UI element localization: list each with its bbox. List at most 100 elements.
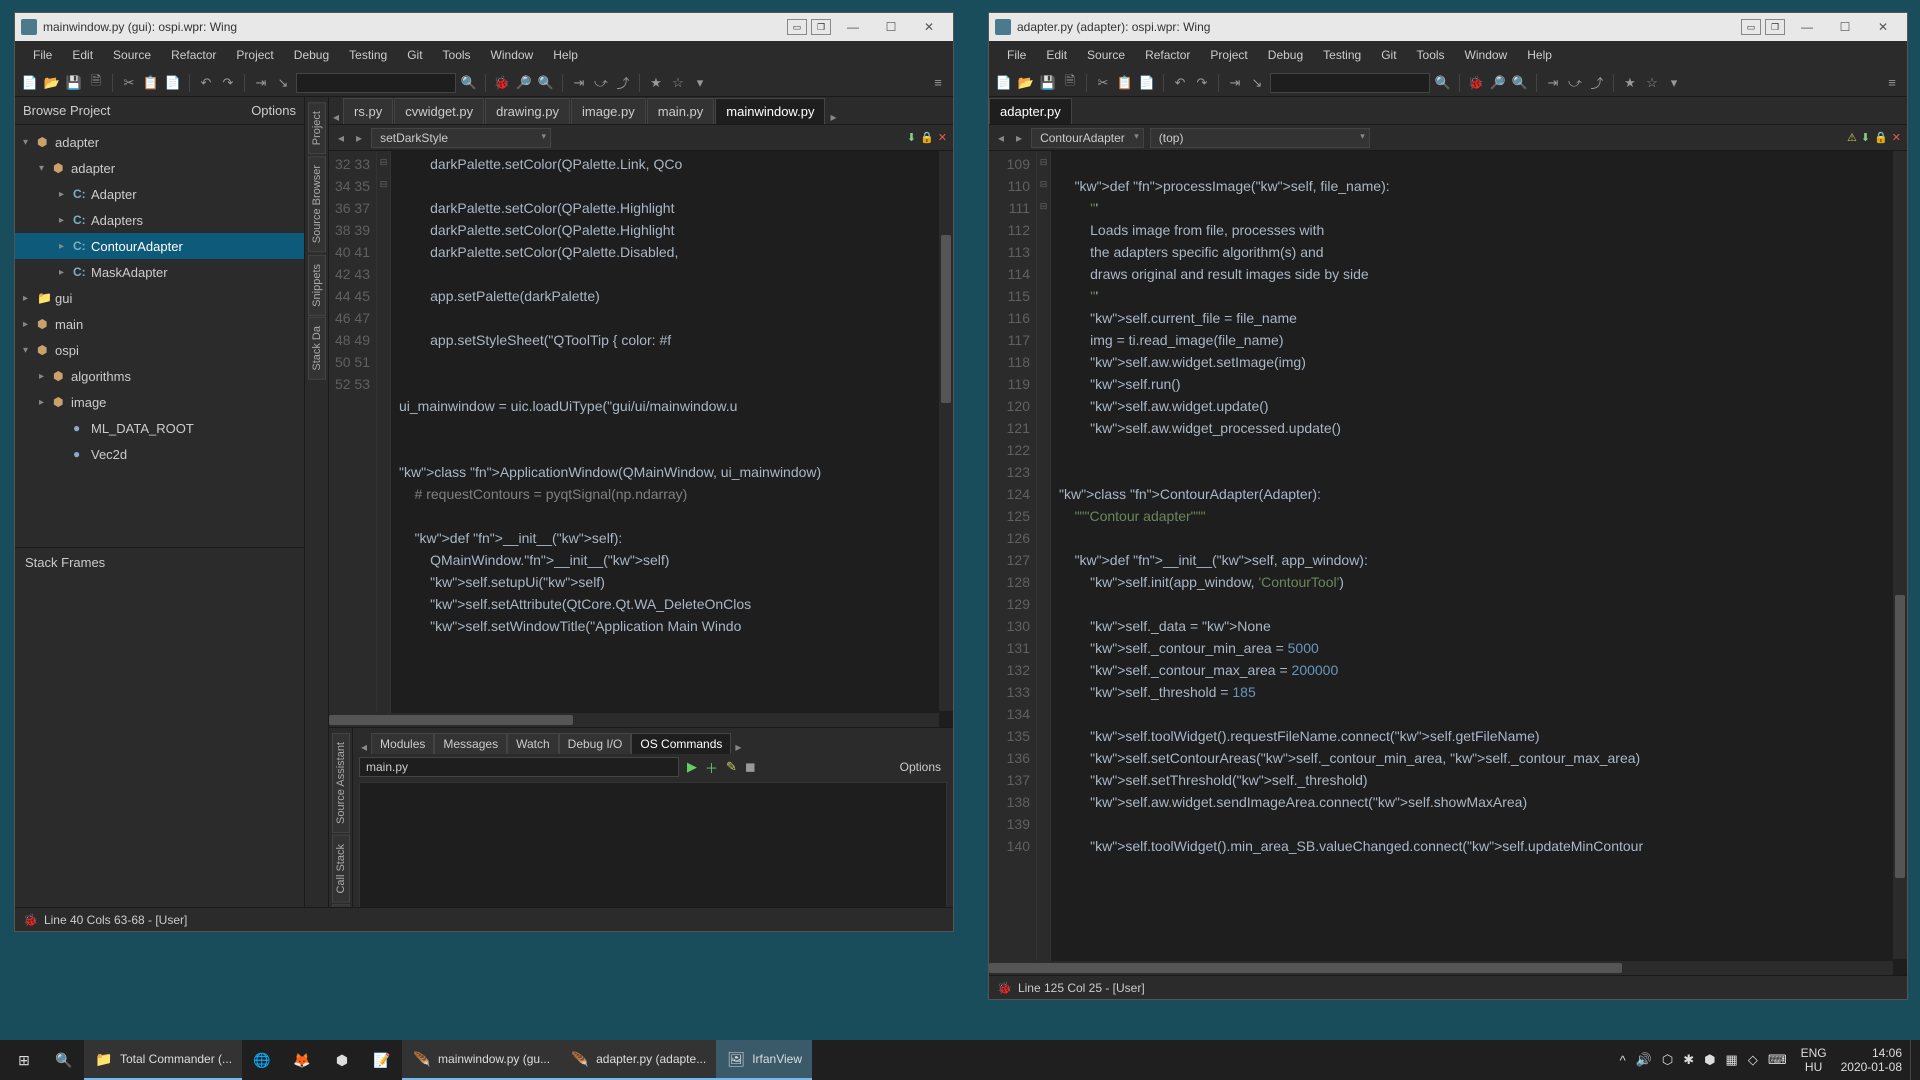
- undo-icon[interactable]: ↶: [1171, 74, 1189, 92]
- file-tab-rs-py[interactable]: rs.py: [343, 98, 393, 124]
- menu-testing[interactable]: Testing: [1313, 44, 1371, 66]
- menu-tools[interactable]: Tools: [1407, 44, 1455, 66]
- titlebar-tool-2[interactable]: ❐: [811, 19, 831, 35]
- project-tree[interactable]: ▾⬢adapter▾⬢adapter▸C:Adapter▸C:Adapters▸…: [15, 125, 304, 547]
- panel-tab-messages[interactable]: Messages: [434, 733, 507, 754]
- lock-icon[interactable]: 🔒: [1874, 131, 1888, 144]
- tree-node-maskadapter[interactable]: ▸C:MaskAdapter: [15, 259, 304, 285]
- titlebar-tool-1[interactable]: ▭: [787, 19, 807, 35]
- tray-icon[interactable]: ◇: [1748, 1052, 1758, 1068]
- tree-node-adapters[interactable]: ▸C:Adapters: [15, 207, 304, 233]
- menu-window[interactable]: Window: [481, 44, 544, 66]
- chevron-down-icon[interactable]: ▾: [1665, 74, 1683, 92]
- menu-edit[interactable]: Edit: [62, 44, 103, 66]
- menu-project[interactable]: Project: [226, 44, 283, 66]
- open-icon[interactable]: 📂: [43, 74, 61, 92]
- taskbar-item[interactable]: 🦊: [282, 1040, 322, 1080]
- file-tab-mainwindow-py[interactable]: mainwindow.py: [715, 98, 825, 124]
- panel-tab-watch[interactable]: Watch: [507, 733, 559, 754]
- nav-back-icon[interactable]: ◂: [335, 131, 347, 145]
- save-all-icon[interactable]: 🗎: [1061, 74, 1079, 92]
- menu-testing[interactable]: Testing: [339, 44, 397, 66]
- menu-debug[interactable]: Debug: [1258, 44, 1313, 66]
- tree-node-algorithms[interactable]: ▸⬢algorithms: [15, 363, 304, 389]
- commit-icon[interactable]: ⬇: [907, 131, 916, 144]
- close-file-icon[interactable]: ✕: [938, 131, 947, 144]
- panel-tab-debug-i-o[interactable]: Debug I/O: [559, 733, 632, 754]
- file-tab-image-py[interactable]: image.py: [571, 98, 646, 124]
- step-over-icon[interactable]: ⤻: [1566, 74, 1584, 92]
- minimize-button[interactable]: —: [1789, 16, 1825, 38]
- tray-icon[interactable]: ⌨: [1768, 1052, 1787, 1068]
- titlebar-tool-1[interactable]: ▭: [1741, 19, 1761, 35]
- file-tab-cvwidget-py[interactable]: cvwidget.py: [394, 98, 484, 124]
- menu-file[interactable]: File: [23, 44, 62, 66]
- show-desktop-button[interactable]: [1910, 1040, 1916, 1080]
- menu-refactor[interactable]: Refactor: [1135, 44, 1200, 66]
- commit-icon[interactable]: ⬇: [1861, 131, 1870, 144]
- tray-icon[interactable]: ▦: [1726, 1052, 1738, 1068]
- taskbar-item[interactable]: 🔍: [44, 1040, 84, 1080]
- stack-frames-list[interactable]: [15, 576, 304, 907]
- panel-tab-modules[interactable]: Modules: [371, 733, 434, 754]
- function-crumb[interactable]: (top): [1150, 128, 1370, 148]
- menu-refactor[interactable]: Refactor: [161, 44, 226, 66]
- tree-node-adapter[interactable]: ▾⬢adapter: [15, 129, 304, 155]
- taskbar-item[interactable]: ⊞: [4, 1040, 44, 1080]
- browse-project-dropdown[interactable]: Browse Project: [23, 103, 110, 118]
- menu-source[interactable]: Source: [1077, 44, 1135, 66]
- redo-icon[interactable]: ↷: [219, 74, 237, 92]
- clock[interactable]: 14:06 2020-01-08: [1833, 1046, 1910, 1074]
- menu-help[interactable]: Help: [543, 44, 588, 66]
- debug-find-icon[interactable]: 🔎: [515, 74, 533, 92]
- file-tab-drawing-py[interactable]: drawing.py: [485, 98, 570, 124]
- nav-fwd-icon[interactable]: ▸: [353, 131, 365, 145]
- horizontal-scrollbar[interactable]: [329, 713, 939, 727]
- run-icon[interactable]: ▶: [687, 759, 697, 775]
- undo-icon[interactable]: ↶: [197, 74, 215, 92]
- tab-scroll-left-icon[interactable]: ◂: [329, 110, 343, 124]
- vertical-scrollbar[interactable]: [939, 151, 953, 711]
- close-button[interactable]: ✕: [911, 16, 947, 38]
- search-input[interactable]: [1270, 73, 1430, 93]
- maximize-button[interactable]: ☐: [873, 16, 909, 38]
- nav-fwd-icon[interactable]: ▸: [1013, 131, 1025, 145]
- tree-node-vec2d[interactable]: ●Vec2d: [15, 441, 304, 467]
- keyboard-layout[interactable]: HU: [1801, 1060, 1827, 1074]
- save-all-icon[interactable]: 🗎: [87, 74, 105, 92]
- bp-scroll-right-icon[interactable]: ▸: [731, 740, 745, 754]
- tree-node-ospi[interactable]: ▾⬢ospi: [15, 337, 304, 363]
- titlebar-right[interactable]: adapter.py (adapter): ospi.wpr: Wing ▭ ❐…: [989, 13, 1907, 41]
- tree-node-ml_data_root[interactable]: ●ML_DATA_ROOT: [15, 415, 304, 441]
- menu-window[interactable]: Window: [1455, 44, 1518, 66]
- close-button[interactable]: ✕: [1865, 16, 1901, 38]
- goto-icon[interactable]: ↘: [1248, 74, 1266, 92]
- maximize-button[interactable]: ☐: [1827, 16, 1863, 38]
- taskbar-item[interactable]: 📁Total Commander (...: [84, 1040, 242, 1080]
- tree-node-gui[interactable]: ▸📁gui: [15, 285, 304, 311]
- bookmark-icon[interactable]: ★: [647, 74, 665, 92]
- paste-icon[interactable]: 📄: [164, 74, 182, 92]
- class-crumb[interactable]: ContourAdapter: [1031, 128, 1144, 148]
- save-icon[interactable]: 💾: [1039, 74, 1057, 92]
- cut-icon[interactable]: ✂: [1094, 74, 1112, 92]
- menu-icon[interactable]: ≡: [1883, 74, 1901, 92]
- vtab-w[interactable]: W: [332, 904, 350, 907]
- horizontal-scrollbar[interactable]: [989, 961, 1893, 975]
- paste-icon[interactable]: 📄: [1138, 74, 1156, 92]
- copy-icon[interactable]: 📋: [142, 74, 160, 92]
- menu-debug[interactable]: Debug: [284, 44, 339, 66]
- bookmark-icon[interactable]: ★: [1621, 74, 1639, 92]
- step-in-icon[interactable]: ⇥: [570, 74, 588, 92]
- menu-edit[interactable]: Edit: [1036, 44, 1077, 66]
- goto-icon[interactable]: ↘: [274, 74, 292, 92]
- bp-scroll-left-icon[interactable]: ◂: [357, 740, 371, 754]
- tray-icon[interactable]: ⬢: [1704, 1052, 1715, 1068]
- tree-node-contouradapter[interactable]: ▸C:ContourAdapter: [15, 233, 304, 259]
- tree-node-main[interactable]: ▸⬢main: [15, 311, 304, 337]
- menu-git[interactable]: Git: [397, 44, 432, 66]
- warning-icon[interactable]: ⚠: [1847, 131, 1857, 144]
- bookmark-next-icon[interactable]: ☆: [1643, 74, 1661, 92]
- tree-node-adapter[interactable]: ▾⬢adapter: [15, 155, 304, 181]
- debug-find-icon[interactable]: 🔎: [1489, 74, 1507, 92]
